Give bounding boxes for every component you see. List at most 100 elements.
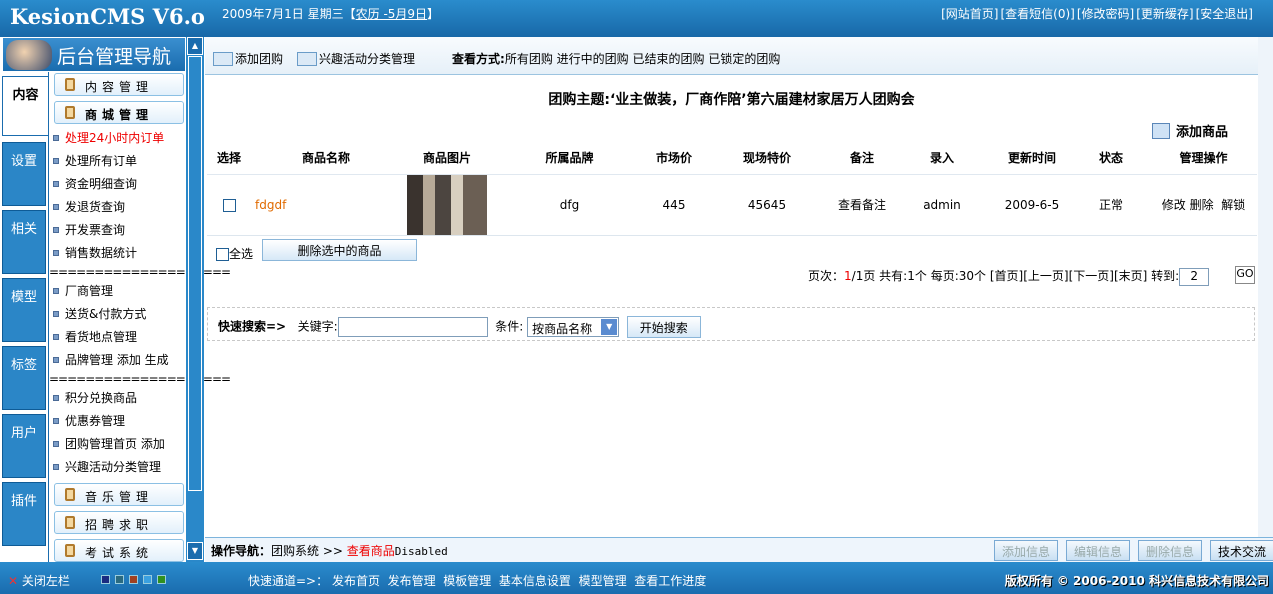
table-header: 选择 商品名称 商品图片 所属品牌 市场价 现场特价 备注 录入 更新时间 状态… [207,142,1257,174]
toolbar: 添加团购 兴趣活动分类管理 查看方式:所有团购 进行中的团购 已结束的团购 已锁… [205,37,1258,75]
search-button[interactable]: 开始搜索 [627,316,701,338]
menu-shop-management[interactable]: 商城管理 [54,101,184,124]
add-goods-button[interactable]: 添加商品 [1152,121,1228,140]
thumbs-up-icon [65,488,75,501]
pager-first[interactable]: [首页] [990,269,1023,283]
thumbs-up-icon [65,544,75,557]
opnav-suffix: Disabled [395,545,448,558]
goto-page-input[interactable]: 2 [1179,268,1209,286]
menu-item-sales-stats[interactable]: 销售数据统计 [53,244,137,261]
link-messages[interactable]: [查看短信(0)] [1001,7,1075,21]
main-scrollbar[interactable] [1258,37,1273,537]
delete-selected-button[interactable]: 删除选中的商品 [262,239,417,261]
view-ended[interactable]: 已结束的团购 [633,52,705,66]
scroll-down-icon[interactable]: ▼ [187,542,203,560]
theme-swatch-green[interactable] [157,575,166,584]
delete-link[interactable]: 删除 [1190,198,1214,212]
view-all[interactable]: 所有团购 [505,52,553,66]
add-info-button[interactable]: 添加信息 [994,540,1058,561]
opnav-path[interactable]: 团购系统 >> [271,544,347,558]
pager-last[interactable]: [末页] [1114,269,1147,283]
tab-content[interactable]: 内容 [2,76,49,136]
tab-tags[interactable]: 标签 [2,346,46,410]
quick-link-work-progress[interactable]: 查看工作进度 [634,574,706,588]
theme-swatch-blue[interactable] [143,575,152,584]
chevron-down-icon: ▼ [601,319,617,335]
row-checkbox[interactable] [223,199,236,212]
col-note: 备注 [832,142,892,174]
pager-goto-label: 转到: [1151,269,1179,283]
quick-link-publish-home[interactable]: 发布首页 [332,574,380,588]
bullet-icon [53,288,59,294]
menu-item-brands[interactable]: 品牌管理 添加 生成 [53,351,169,368]
link-logout[interactable]: [安全退出] [1196,7,1253,21]
menu-item-all-orders[interactable]: 处理所有订单 [53,152,137,169]
menu-exam-system[interactable]: 考试系统 [54,539,184,562]
lunar-date-link[interactable]: 农历 -5月9日 [356,7,427,21]
menu-item-invoice[interactable]: 开发票查询 [53,221,125,238]
menu-item-funds[interactable]: 资金明细查询 [53,175,137,192]
menu-item-points-exchange[interactable]: 积分兑换商品 [53,389,137,406]
pager-prev[interactable]: [上一页] [1023,269,1068,283]
view-locked[interactable]: 已锁定的团购 [708,52,780,66]
unlock-link[interactable]: 解锁 [1221,198,1245,212]
quick-links: 快速通道=>： 发布首页 发布管理 模板管理 基本信息设置 模型管理 查看工作进… [248,572,706,589]
menu-item-groupbuy[interactable]: 团购管理首页 添加 [53,435,165,452]
goods-name-link[interactable]: fdgdf [251,174,401,235]
quick-link-publish-manage[interactable]: 发布管理 [388,574,436,588]
link-site-home[interactable]: [网站首页] [941,7,998,21]
tab-users[interactable]: 用户 [2,414,46,478]
menu-item-orders-24h[interactable]: 处理24小时内订单 [53,129,164,146]
menu-item-label: 兴趣活动分类管理 [65,460,161,474]
quick-link-basic-settings[interactable]: 基本信息设置 [499,574,571,588]
edit-info-button[interactable]: 编辑信息 [1066,540,1130,561]
tab-plugins[interactable]: 插件 [2,482,46,546]
add-groupbuy-button[interactable]: 添加团购 [213,50,283,67]
tech-exchange-button[interactable]: 技术交流 [1210,540,1273,561]
sidebar-scroll-thumb[interactable] [188,56,202,491]
view-note-link[interactable]: 查看备注 [832,174,892,235]
bullet-icon [53,418,59,424]
menu-item-interest-category[interactable]: 兴趣活动分类管理 [53,458,161,475]
interest-category-button[interactable]: 兴趣活动分类管理 [297,50,415,67]
delete-info-button[interactable]: 删除信息 [1138,540,1202,561]
link-update-cache[interactable]: [更新缓存] [1136,7,1193,21]
close-icon: ✕ [8,574,18,588]
tab-related[interactable]: 相关 [2,210,46,274]
quick-link-models[interactable]: 模型管理 [579,574,627,588]
keyword-label: 关键字: [298,320,338,334]
select-all[interactable]: 全选 [216,245,253,262]
tab-model[interactable]: 模型 [2,278,46,342]
menu-label: 内容管理 [85,80,153,94]
menu-recruitment[interactable]: 招聘求职 [54,511,184,534]
condition-select[interactable]: 按商品名称▼ [527,317,619,337]
menu-item-viewing-locations[interactable]: 看货地点管理 [53,328,137,345]
pager-count: 共有:1个 [879,269,927,283]
menu-item-label: 销售数据统计 [65,246,137,260]
select-all-label: 全选 [229,247,253,261]
theme-swatch-navy[interactable] [101,575,110,584]
scroll-up-icon[interactable]: ▲ [187,37,203,55]
close-left-label: 关闭左栏 [22,574,70,588]
menu-content-management[interactable]: 内容管理 [54,73,184,96]
menu-music-management[interactable]: 音乐管理 [54,483,184,506]
go-button[interactable]: GO [1235,266,1255,284]
menu-item-vendors[interactable]: 厂商管理 [53,282,113,299]
tab-settings[interactable]: 设置 [2,142,46,206]
quick-link-templates[interactable]: 模板管理 [443,574,491,588]
add-goods-label: 添加商品 [1176,125,1228,140]
menu-item-coupons[interactable]: 优惠券管理 [53,412,125,429]
opnav-label: 操作导航： [211,544,271,558]
keyword-input[interactable] [338,317,488,337]
link-change-password[interactable]: [修改密码] [1077,7,1134,21]
bullet-icon [53,227,59,233]
select-all-checkbox[interactable] [216,248,229,261]
theme-swatch-brown[interactable] [129,575,138,584]
pager-next[interactable]: [下一页] [1069,269,1114,283]
menu-item-delivery-payment[interactable]: 送货&付款方式 [53,305,146,322]
view-active[interactable]: 进行中的团购 [557,52,629,66]
close-left-button[interactable]: ✕ 关闭左栏 [8,572,70,589]
edit-link[interactable]: 修改 [1162,198,1186,212]
theme-swatch-teal[interactable] [115,575,124,584]
menu-item-shipping[interactable]: 发退货查询 [53,198,125,215]
